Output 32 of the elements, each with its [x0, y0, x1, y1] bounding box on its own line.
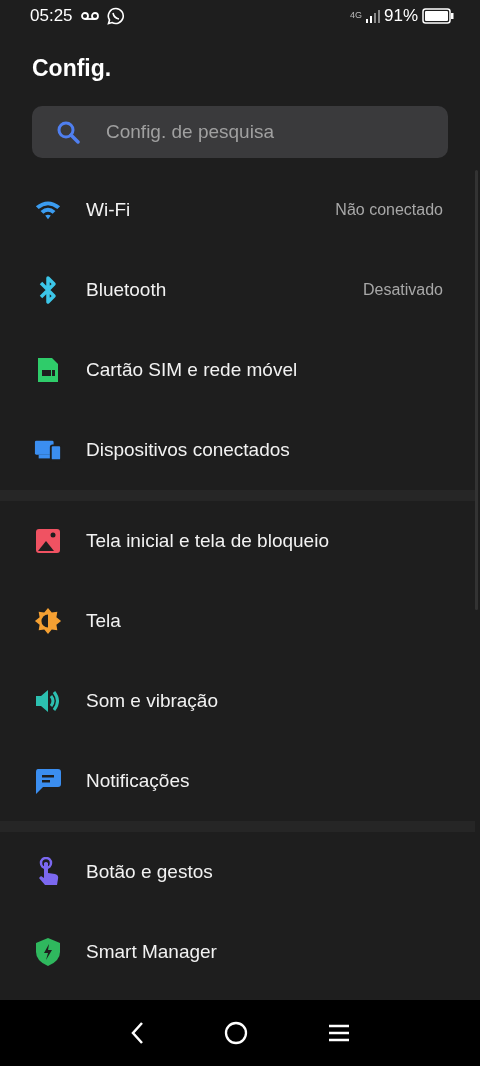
shield-icon [35, 937, 61, 967]
search-icon [56, 120, 80, 144]
settings-item[interactable]: Som e vibração [0, 661, 475, 741]
settings-item[interactable]: Dispositivos conectados [0, 410, 475, 490]
voicemail-icon [80, 11, 99, 21]
clock-time: 05:25 [30, 6, 73, 26]
devices-icon [34, 438, 62, 462]
back-icon[interactable] [130, 1021, 144, 1045]
brightness-icon [34, 606, 62, 636]
settings-item[interactable]: Tela inicial e tela de bloqueio [0, 501, 475, 581]
sim-card-icon [36, 356, 60, 384]
image-icon [35, 528, 61, 554]
settings-item[interactable]: Cartão SIM e rede móvel [0, 330, 475, 410]
search-field[interactable]: Config. de pesquisa [32, 106, 448, 158]
battery-percent: 91% [383, 6, 418, 26]
settings-item[interactable]: Botão e gestos [0, 832, 475, 912]
home-icon[interactable] [224, 1021, 248, 1045]
speaker-icon [34, 687, 62, 715]
menu-icon[interactable] [328, 1024, 350, 1042]
page-title: Config. [32, 54, 113, 83]
battery-icon [422, 8, 454, 24]
signal-icon [365, 9, 380, 23]
settings-item[interactable]: Bluetooth Desativado [0, 250, 475, 330]
status-text: Desativado [362, 281, 443, 299]
status-text: Não conectado [335, 201, 443, 219]
chat-bubble-icon [106, 7, 125, 25]
network-type: 4G [349, 10, 362, 20]
settings-item[interactable]: Tela [0, 581, 475, 661]
message-icon [34, 767, 62, 795]
settings-item[interactable]: Notificações [0, 741, 475, 821]
settings-item[interactable]: Smart Manager [0, 912, 475, 992]
settings-item[interactable]: Wi-Fi Não conectado [0, 170, 475, 250]
